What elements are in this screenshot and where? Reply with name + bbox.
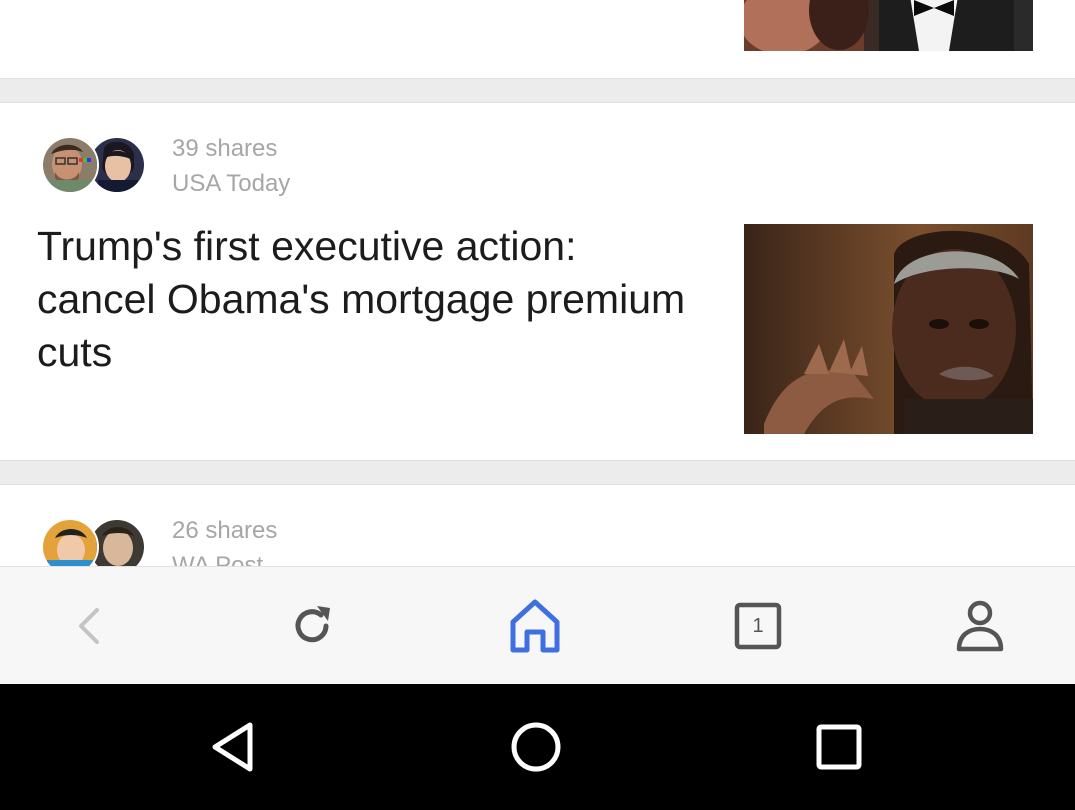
home-icon xyxy=(510,599,560,653)
nav-home-button[interactable] xyxy=(466,684,606,810)
share-count: 26 shares xyxy=(172,517,278,544)
story-headline[interactable]: Trump's first executive action: cancel O… xyxy=(37,220,697,379)
nav-recents-icon xyxy=(816,724,862,770)
system-navigation-bar xyxy=(0,684,1075,810)
source-name: USA Today xyxy=(172,170,291,197)
story-card-next[interactable]: 26 shares WA Post xyxy=(0,485,1075,566)
nav-back-button[interactable] xyxy=(163,684,303,810)
nav-recents-button[interactable] xyxy=(769,684,909,810)
feed-separator xyxy=(0,78,1075,103)
story-meta: 26 shares WA Post xyxy=(172,513,277,566)
profile-icon xyxy=(956,600,1004,652)
tab-count: 1 xyxy=(752,614,764,637)
story-card-previous[interactable] xyxy=(0,0,1075,78)
sharer-avatars xyxy=(41,518,147,566)
avatar xyxy=(41,136,99,194)
avatar xyxy=(41,518,99,566)
sharer-avatars xyxy=(41,136,147,194)
story-thumbnail[interactable] xyxy=(744,0,1033,51)
tabs-icon: 1 xyxy=(734,602,782,650)
profile-button[interactable] xyxy=(920,567,1040,685)
source-name: WA Post xyxy=(172,552,264,566)
reload-button[interactable] xyxy=(252,567,372,685)
share-count: 39 shares xyxy=(172,135,278,162)
nav-home-icon xyxy=(511,722,561,772)
news-feed[interactable]: 39 shares USA Today Trump's first execut… xyxy=(0,0,1075,566)
story-meta: 39 shares USA Today xyxy=(172,131,290,201)
back-button[interactable] xyxy=(29,567,149,685)
story-card[interactable]: 39 shares USA Today Trump's first execut… xyxy=(0,103,1075,460)
home-button[interactable] xyxy=(475,567,595,685)
browser-toolbar: 1 xyxy=(0,566,1075,684)
feed-separator xyxy=(0,460,1075,485)
screen: 39 shares USA Today Trump's first execut… xyxy=(0,0,1075,810)
reload-icon xyxy=(295,606,330,643)
back-icon xyxy=(79,608,99,644)
nav-back-icon xyxy=(212,722,253,772)
tabs-button[interactable]: 1 xyxy=(698,567,818,685)
story-thumbnail[interactable] xyxy=(744,224,1033,434)
